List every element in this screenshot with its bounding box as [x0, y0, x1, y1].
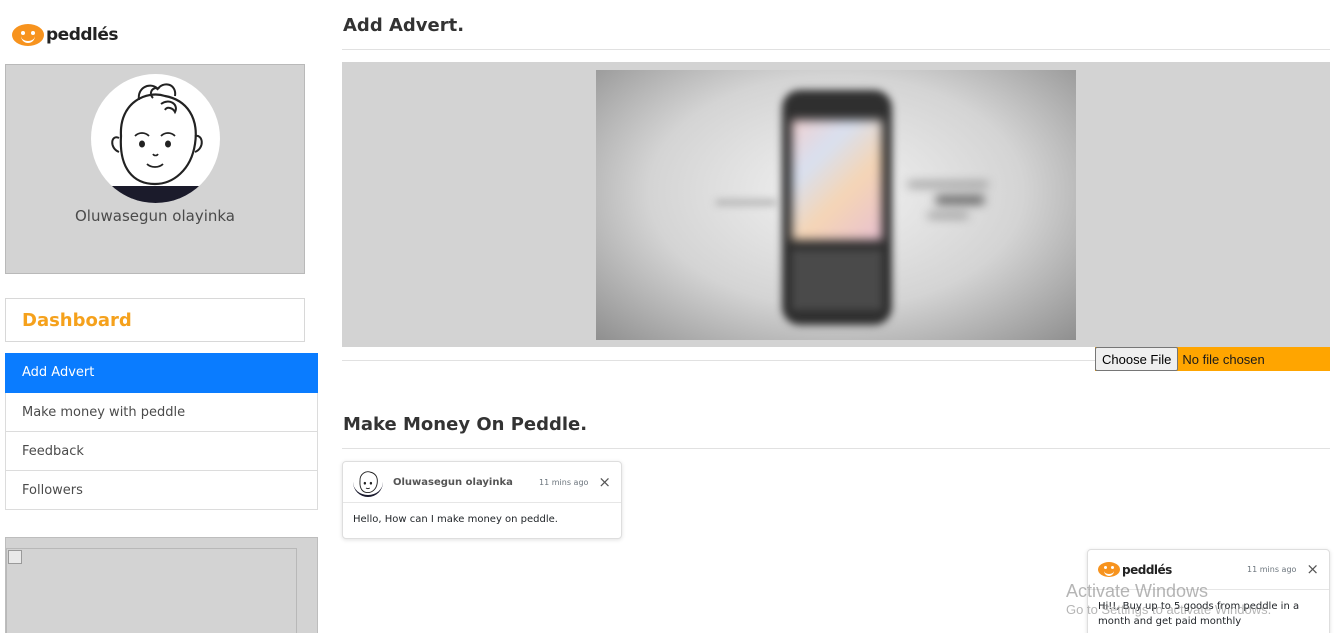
sidebar-menu: Add Advert Make money with peddle Feedba… — [5, 353, 318, 510]
baby-face-icon — [359, 471, 378, 494]
sidebar-item-feedback[interactable]: Feedback — [5, 432, 318, 471]
dashboard-heading-box: Dashboard — [5, 298, 305, 342]
sidebar-ad-panel — [5, 537, 318, 633]
sidebar-item-make-money[interactable]: Make money with peddle — [5, 393, 318, 432]
close-icon[interactable]: × — [1306, 562, 1319, 577]
phone-screen — [792, 120, 882, 240]
blurred-text-left — [716, 200, 776, 205]
logo-text: peddlés — [1122, 562, 1172, 577]
notification-toast: peddlés 11 mins ago × Hi!!, Buy up to 5 … — [1087, 549, 1330, 633]
sidebar-item-add-advert[interactable]: Add Advert — [5, 353, 318, 393]
toast-header: peddlés 11 mins ago × — [1088, 550, 1329, 590]
baby-face-icon — [91, 83, 220, 203]
message-toast: Oluwasegun olayinka 11 mins ago × Hello,… — [342, 461, 622, 539]
close-icon[interactable]: × — [598, 474, 611, 490]
logo-text: peddlés — [46, 25, 119, 45]
advert-banner-area — [342, 62, 1330, 347]
phone-keypad — [792, 250, 882, 310]
toast-header: Oluwasegun olayinka 11 mins ago × — [343, 462, 621, 503]
profile-card: Oluwasegun olayinka — [5, 64, 305, 274]
avatar — [353, 467, 383, 497]
make-money-divider — [342, 448, 1330, 449]
title-divider — [342, 49, 1330, 50]
toast-message: Hello, How can I make money on peddle. — [353, 514, 558, 525]
advert-preview-image — [596, 70, 1076, 340]
profile-name: Oluwasegun olayinka — [75, 207, 235, 225]
choose-file-button[interactable]: Choose File — [1095, 347, 1179, 371]
dashboard-title: Dashboard — [22, 309, 132, 331]
peddle-logo: peddlés — [1098, 562, 1172, 577]
avatar[interactable] — [91, 74, 220, 203]
smiley-logo-icon — [12, 24, 44, 46]
banner-divider — [342, 360, 1095, 361]
peddle-logo[interactable]: peddlés — [12, 20, 119, 50]
broken-image-icon — [8, 550, 22, 564]
toast-sender: Oluwasegun olayinka — [393, 476, 513, 488]
toast-time: 11 mins ago — [539, 477, 589, 487]
ad-image-placeholder[interactable] — [6, 548, 297, 633]
smiley-logo-icon — [1098, 562, 1120, 577]
toast-time: 11 mins ago — [1247, 565, 1297, 574]
blurred-text-right — [908, 182, 988, 242]
file-status-text: No file chosen — [1182, 351, 1265, 367]
add-advert-title: Add Advert. — [343, 15, 465, 36]
make-money-title: Make Money On Peddle. — [343, 414, 588, 435]
file-upload-bar: Choose File No file chosen — [1095, 347, 1330, 371]
sidebar-item-followers[interactable]: Followers — [5, 471, 318, 510]
toast-message: Hi!!, Buy up to 5 goods from peddle in a… — [1098, 601, 1300, 627]
